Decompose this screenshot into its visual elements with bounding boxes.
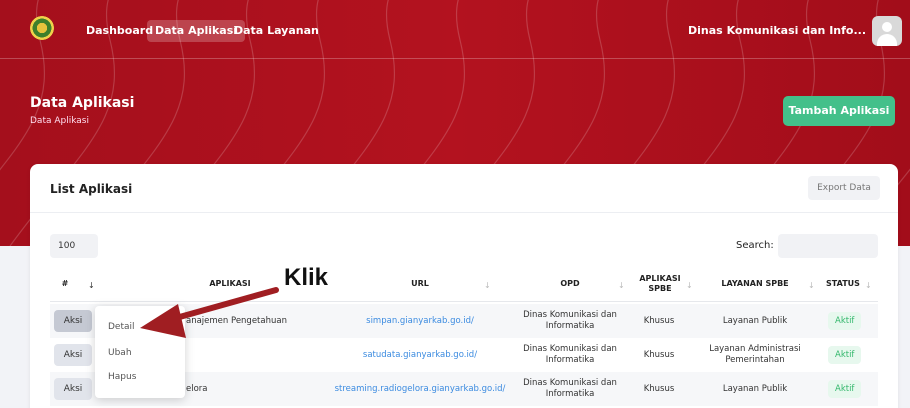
card-divider [30, 212, 898, 213]
column-header-status[interactable]: STATUS [818, 266, 868, 302]
sort-arrow-icon: ↓ [88, 281, 95, 290]
avatar-body-icon [877, 34, 897, 46]
column-header-label: URL [411, 279, 429, 288]
cell-aplikasi [186, 338, 336, 372]
cell-url[interactable]: satudata.gianyarkab.go.id/ [320, 338, 520, 372]
cell-url[interactable]: simpan.gianyarkab.go.id/ [320, 304, 520, 338]
avatar[interactable] [872, 16, 902, 46]
menu-item-detail[interactable]: Detail [108, 322, 135, 332]
column-header-opd[interactable]: OPD [510, 266, 630, 302]
sort-arrow-icon: ↓ [484, 281, 491, 290]
cell-aplikasi: anajemen Pengetahuan [186, 315, 287, 326]
search-input[interactable] [778, 234, 878, 258]
nav-divider [0, 58, 910, 59]
table-header: # ↓ APLIKASI URL ↓ OPD ↓ APLIKASI SPBE ↓… [50, 266, 878, 302]
cell-aplikasi-spbe: Khusus [643, 383, 675, 394]
add-application-button[interactable]: Tambah Aplikasi [783, 96, 895, 126]
column-header-aplikasi-spbe[interactable]: APLIKASI SPBE [630, 266, 690, 302]
cell-aplikasi-spbe: Khusus [643, 315, 675, 326]
page-length-select[interactable]: 100 [50, 234, 98, 258]
column-header-layanan-spbe[interactable]: LAYANAN SPBE [700, 266, 810, 302]
cell-aplikasi: elora [186, 383, 208, 394]
top-nav: Dashboard Data Aplikasi Data Layanan Din… [0, 0, 910, 58]
page-title: Data Aplikasi [30, 95, 135, 111]
breadcrumb[interactable]: Data Aplikasi [30, 116, 89, 126]
column-header-label: STATUS [826, 279, 860, 288]
cell-opd: Dinas Komunikasi dan Informatika [523, 344, 617, 365]
sort-arrow-icon: ↓ [865, 281, 872, 290]
cell-url[interactable]: streaming.radiogelora.gianyarkab.go.id/ [320, 372, 520, 406]
cell-opd: Dinas Komunikasi dan Informatika [523, 310, 617, 331]
cell-layanan-spbe: Layanan Publik [722, 383, 788, 394]
status-badge: Aktif [828, 380, 862, 398]
cell-aplikasi-spbe: Khusus [643, 349, 675, 360]
column-header-label: APLIKASI SPBE [639, 274, 681, 293]
avatar-head-icon [882, 22, 892, 32]
column-header-label: # [61, 279, 69, 288]
annotation-label: Klik [284, 264, 329, 291]
column-header-label: APLIKASI [209, 279, 251, 288]
column-header-label: OPD [560, 279, 580, 288]
action-button[interactable]: Aksi [54, 310, 92, 332]
cell-opd: Dinas Komunikasi dan Informatika [523, 378, 617, 399]
logo[interactable] [30, 16, 54, 40]
sort-arrow-icon: ↓ [808, 281, 815, 290]
sort-arrow-icon: ↓ [618, 281, 625, 290]
action-dropdown-menu: Detail Ubah Hapus [95, 306, 185, 398]
action-button[interactable]: Aksi [54, 344, 92, 366]
export-data-button[interactable]: Export Data [808, 176, 880, 200]
user-name[interactable]: Dinas Komunikasi dan Info... [688, 24, 866, 37]
action-button[interactable]: Aksi [54, 378, 92, 400]
sort-arrow-icon: ↓ [686, 281, 693, 290]
nav-item-data-layanan[interactable]: Data Layanan [226, 20, 327, 42]
column-header-number[interactable]: # [50, 266, 80, 302]
page: Dashboard Data Aplikasi Data Layanan Din… [0, 0, 910, 408]
status-badge: Aktif [828, 312, 862, 330]
column-header-aplikasi[interactable]: APLIKASI [170, 266, 290, 302]
menu-item-ubah[interactable]: Ubah [108, 348, 132, 358]
menu-item-hapus[interactable]: Hapus [108, 372, 136, 382]
cell-layanan-spbe: Layanan Publik [722, 315, 788, 326]
status-badge: Aktif [828, 346, 862, 364]
search-label: Search: [736, 240, 774, 251]
card-title: List Aplikasi [50, 182, 133, 196]
column-header-url[interactable]: URL [350, 266, 490, 302]
column-header-label: LAYANAN SPBE [721, 279, 789, 288]
cell-layanan-spbe: Layanan Administrasi Pemerintahan [709, 344, 801, 365]
